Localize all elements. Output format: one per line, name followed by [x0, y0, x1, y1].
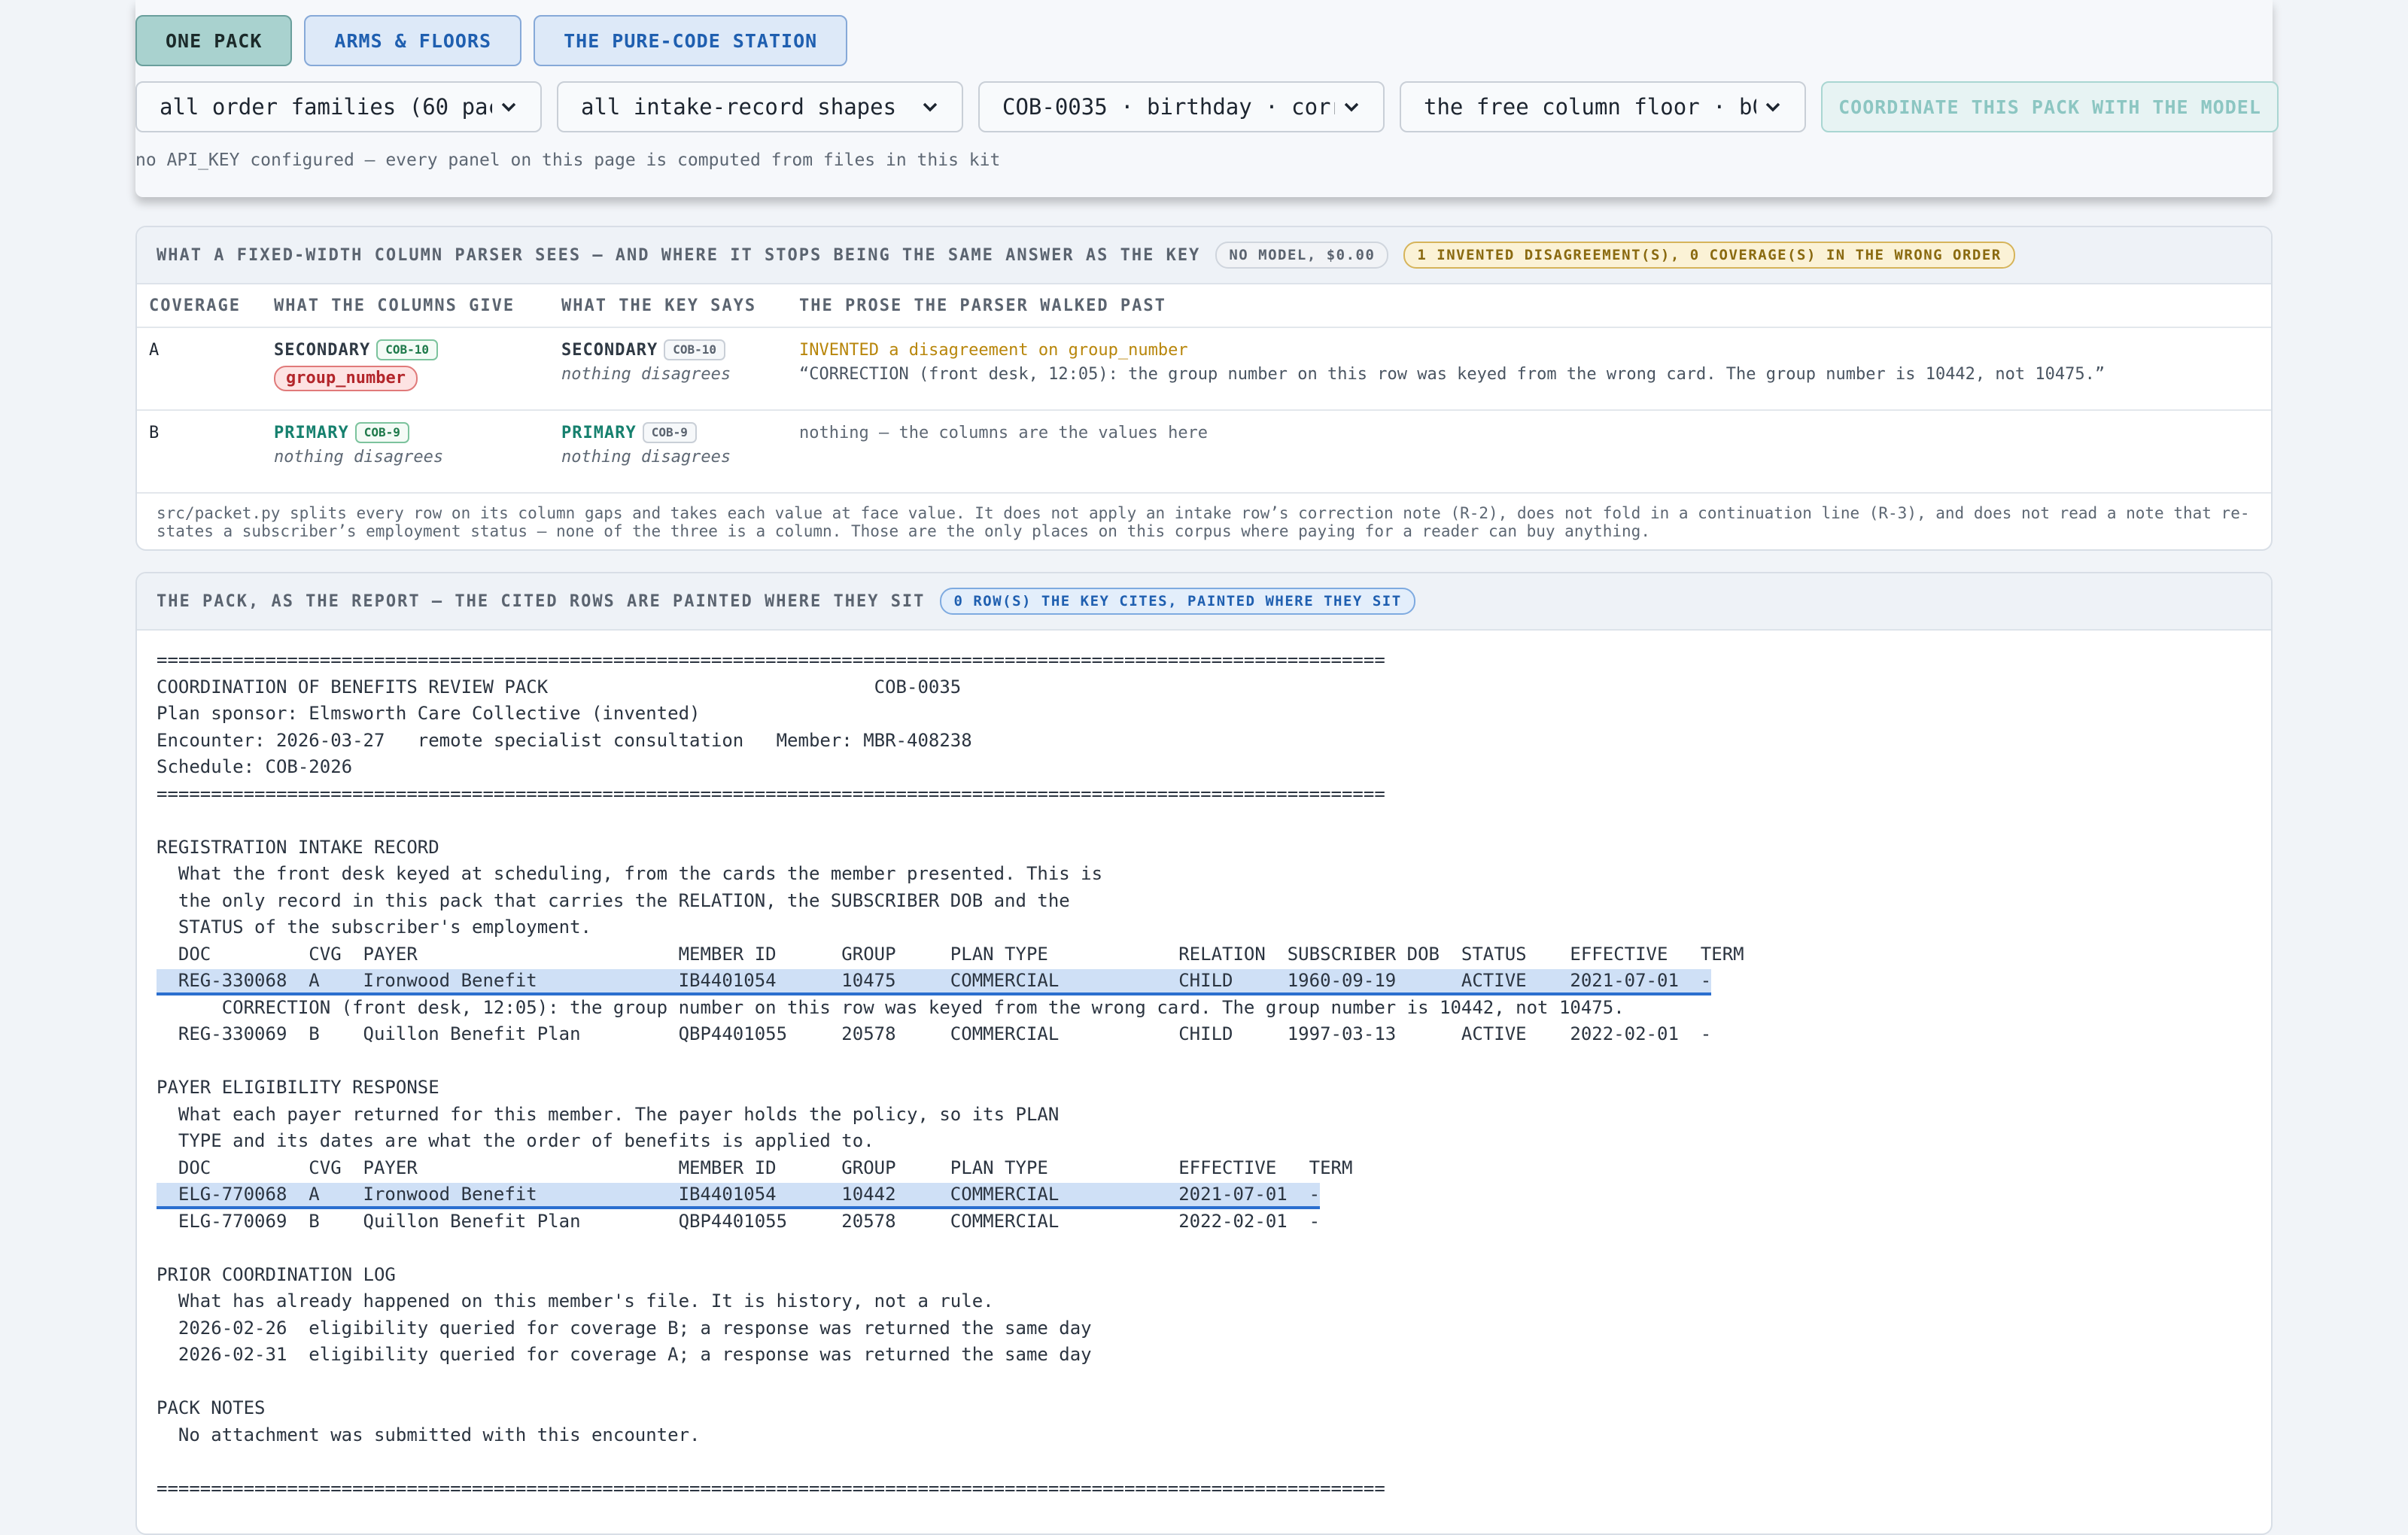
pack-value: COB-0035 · birthday · correcti: [1002, 94, 1335, 120]
cited-rows-badge: 0 ROW(S) THE KEY CITES, PAINTED WHERE TH…: [940, 588, 1415, 615]
order-family-select[interactable]: all order families (60 packs): [135, 81, 542, 132]
footnote-line: states a subscriber’s employment status …: [157, 522, 1650, 540]
cob-code-badge: COB-9: [354, 422, 409, 443]
chevron-down-icon: [1765, 102, 1780, 112]
tab-pure-code-station[interactable]: THE PURE-CODE STATION: [534, 15, 848, 66]
cob-code-badge: COB-9: [642, 422, 697, 443]
cob-code-badge: COB-10: [664, 339, 726, 360]
chevron-down-icon: [501, 102, 516, 112]
coordinate-pack-button[interactable]: COORDINATE THIS PACK WITH THE MODEL: [1821, 81, 2279, 132]
coverage-label: B: [137, 410, 262, 494]
report-line: ========================================…: [157, 649, 1385, 670]
report-line: REGISTRATION INTAKE RECORD: [157, 836, 439, 858]
report-line: [157, 807, 2251, 834]
column-header: WHAT THE KEY SAYS: [549, 284, 787, 328]
table-row: B PRIMARY COB-9 nothing disagrees PRIMARY…: [137, 410, 2271, 494]
report-line: What the front desk keyed at scheduling,…: [157, 863, 1103, 884]
report-line: [157, 1369, 2251, 1396]
report-line: Plan sponsor: Elmsworth Care Collective …: [157, 703, 701, 724]
columns-cell: SECONDARY COB-10 group_number: [262, 327, 549, 411]
tab-one-pack[interactable]: ONE PACK: [135, 15, 293, 66]
report-line: CORRECTION (front desk, 12:05): the grou…: [157, 996, 1625, 1018]
report-line: ELG-770069 B Quillon Benefit Plan QBP440…: [157, 1210, 1321, 1232]
key-level: SECONDARY: [561, 341, 658, 360]
report-text: ========================================…: [137, 631, 2271, 1518]
row-highlight: ELG-770068 A Ironwood Benefit IB4401054 …: [157, 1183, 1321, 1209]
result-badge: 1 INVENTED DISAGREEMENT(S), 0 COVERAGE(S…: [1403, 242, 2015, 269]
invented-note: INVENTED a disagreement on group_number: [799, 341, 1188, 360]
report-line: PACK NOTES: [157, 1397, 266, 1418]
report-line: [157, 1235, 2251, 1262]
cob-code-badge: COB-10: [376, 339, 439, 360]
report-line: What each payer returned for this member…: [157, 1103, 1060, 1125]
coverage-label: A: [137, 327, 262, 411]
pack-select[interactable]: COB-0035 · birthday · correcti: [978, 81, 1385, 132]
report-line: DOC CVG PAYER MEMBER ID GROUP PLAN TYPE …: [157, 943, 1744, 965]
cited-report-line: ELG-770068 A Ironwood Benefit IB4401054 …: [157, 1181, 2251, 1209]
report-line: ========================================…: [157, 783, 1385, 804]
key-level: PRIMARY: [561, 424, 637, 442]
chevron-down-icon: [923, 102, 938, 112]
report-line: STATUS of the subscriber's employment.: [157, 916, 591, 938]
report-panel: THE PACK, AS THE REPORT — THE CITED ROWS…: [135, 572, 2273, 1535]
parser-comparison-panel: WHAT A FIXED-WIDTH COLUMN PARSER SEES — …: [135, 226, 2273, 551]
table-header-row: COVERAGE WHAT THE COLUMNS GIVE WHAT THE …: [137, 284, 2271, 328]
report-panel-title: THE PACK, AS THE REPORT — THE CITED ROWS…: [157, 591, 926, 611]
key-note: nothing disagrees: [561, 365, 731, 384]
key-cell: SECONDARY COB-10 nothing disagrees: [549, 327, 787, 411]
disagreement-field-badge: group_number: [274, 366, 418, 391]
report-line: TYPE and its dates are what the order of…: [157, 1130, 874, 1151]
report-line: the only record in this pack that carrie…: [157, 889, 1070, 911]
api-key-note: no API_KEY configured — every panel on t…: [135, 150, 1001, 170]
prose-cell: nothing — the columns are the values her…: [787, 410, 2271, 494]
prose-cell: INVENTED a disagreement on group_number …: [787, 327, 2271, 411]
tab-bar: ONE PACK ARMS & FLOORS THE PURE-CODE STA…: [135, 15, 848, 66]
chevron-down-icon: [1344, 102, 1359, 112]
prose-quote: “CORRECTION (front desk, 12:05): the gro…: [799, 365, 2105, 384]
floor-value: the free column floor · b000-c: [1424, 94, 1756, 120]
report-line: COORDINATION OF BENEFITS REVIEW PACK COB…: [157, 676, 962, 698]
parser-footnote: src/packet.py splits every row on its co…: [137, 494, 2271, 549]
cited-report-line: REG-330068 A Ironwood Benefit IB4401054 …: [157, 968, 2251, 995]
prose-plain: nothing — the columns are the values her…: [799, 424, 1209, 442]
parser-panel-title: WHAT A FIXED-WIDTH COLUMN PARSER SEES — …: [157, 245, 1201, 265]
parser-table: COVERAGE WHAT THE COLUMNS GIVE WHAT THE …: [137, 284, 2271, 494]
report-line: Schedule: COB-2026: [157, 756, 353, 777]
column-header: THE PROSE THE PARSER WALKED PAST: [787, 284, 2271, 328]
column-header: COVERAGE: [137, 284, 262, 328]
columns-note: nothing disagrees: [274, 448, 444, 467]
key-cell: PRIMARY COB-9 nothing disagrees: [549, 410, 787, 494]
columns-cell: PRIMARY COB-9 nothing disagrees: [262, 410, 549, 494]
row-highlight: REG-330068 A Ironwood Benefit IB4401054 …: [157, 969, 1712, 995]
parser-panel-header: WHAT A FIXED-WIDTH COLUMN PARSER SEES — …: [137, 227, 2271, 284]
report-line: PRIOR COORDINATION LOG: [157, 1263, 396, 1285]
report-line: What has already happened on this member…: [157, 1290, 994, 1312]
cost-badge: NO MODEL, $0.00: [1215, 242, 1389, 269]
report-line: [157, 1448, 2251, 1476]
columns-level: PRIMARY: [274, 424, 349, 442]
report-line: REG-330069 B Quillon Benefit Plan QBP440…: [157, 1023, 1712, 1044]
intake-shape-value: all intake-record shapes: [581, 94, 897, 120]
report-line: [157, 1048, 2251, 1075]
column-header: WHAT THE COLUMNS GIVE: [262, 284, 549, 328]
table-row: A SECONDARY COB-10 group_number SECONDARY…: [137, 327, 2271, 411]
report-line: DOC CVG PAYER MEMBER ID GROUP PLAN TYPE …: [157, 1157, 1353, 1178]
report-panel-header: THE PACK, AS THE REPORT — THE CITED ROWS…: [137, 573, 2271, 631]
floor-select[interactable]: the free column floor · b000-c: [1400, 81, 1806, 132]
toolbar: ONE PACK ARMS & FLOORS THE PURE-CODE STA…: [135, 0, 2279, 197]
key-note: nothing disagrees: [561, 448, 731, 467]
columns-level: SECONDARY: [274, 341, 371, 360]
order-family-value: all order families (60 packs): [160, 94, 492, 120]
tab-arms-floors[interactable]: ARMS & FLOORS: [304, 15, 522, 66]
report-line: 2026-02-26 eligibility queried for cover…: [157, 1317, 1092, 1339]
report-line: No attachment was submitted with this en…: [157, 1424, 701, 1445]
report-line: PAYER ELIGIBILITY RESPONSE: [157, 1077, 439, 1098]
report-line: Encounter: 2026-03-27 remote specialist …: [157, 729, 972, 751]
report-line: 2026-02-31 eligibility queried for cover…: [157, 1344, 1092, 1365]
intake-shape-select[interactable]: all intake-record shapes: [557, 81, 963, 132]
footnote-line: src/packet.py splits every row on its co…: [157, 504, 2250, 522]
report-line: ========================================…: [157, 1477, 1385, 1499]
control-row: all order families (60 packs) all intake…: [135, 81, 2279, 132]
